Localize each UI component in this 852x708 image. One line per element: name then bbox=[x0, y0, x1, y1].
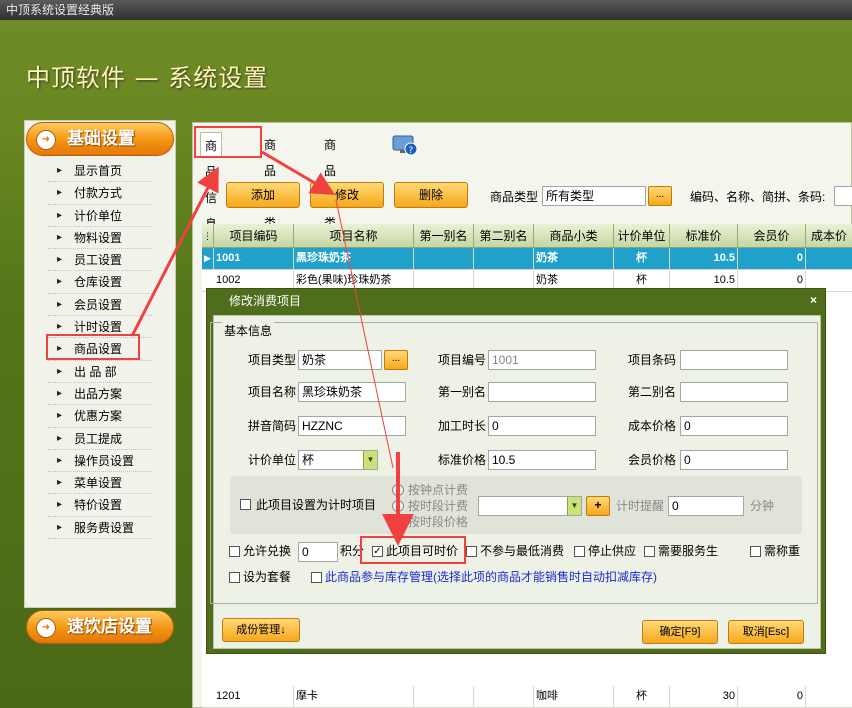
arrow-to-tab bbox=[130, 166, 219, 337]
guide-line bbox=[335, 199, 394, 469]
arrow-to-edit bbox=[261, 150, 336, 196]
annotation-arrows bbox=[130, 150, 414, 546]
